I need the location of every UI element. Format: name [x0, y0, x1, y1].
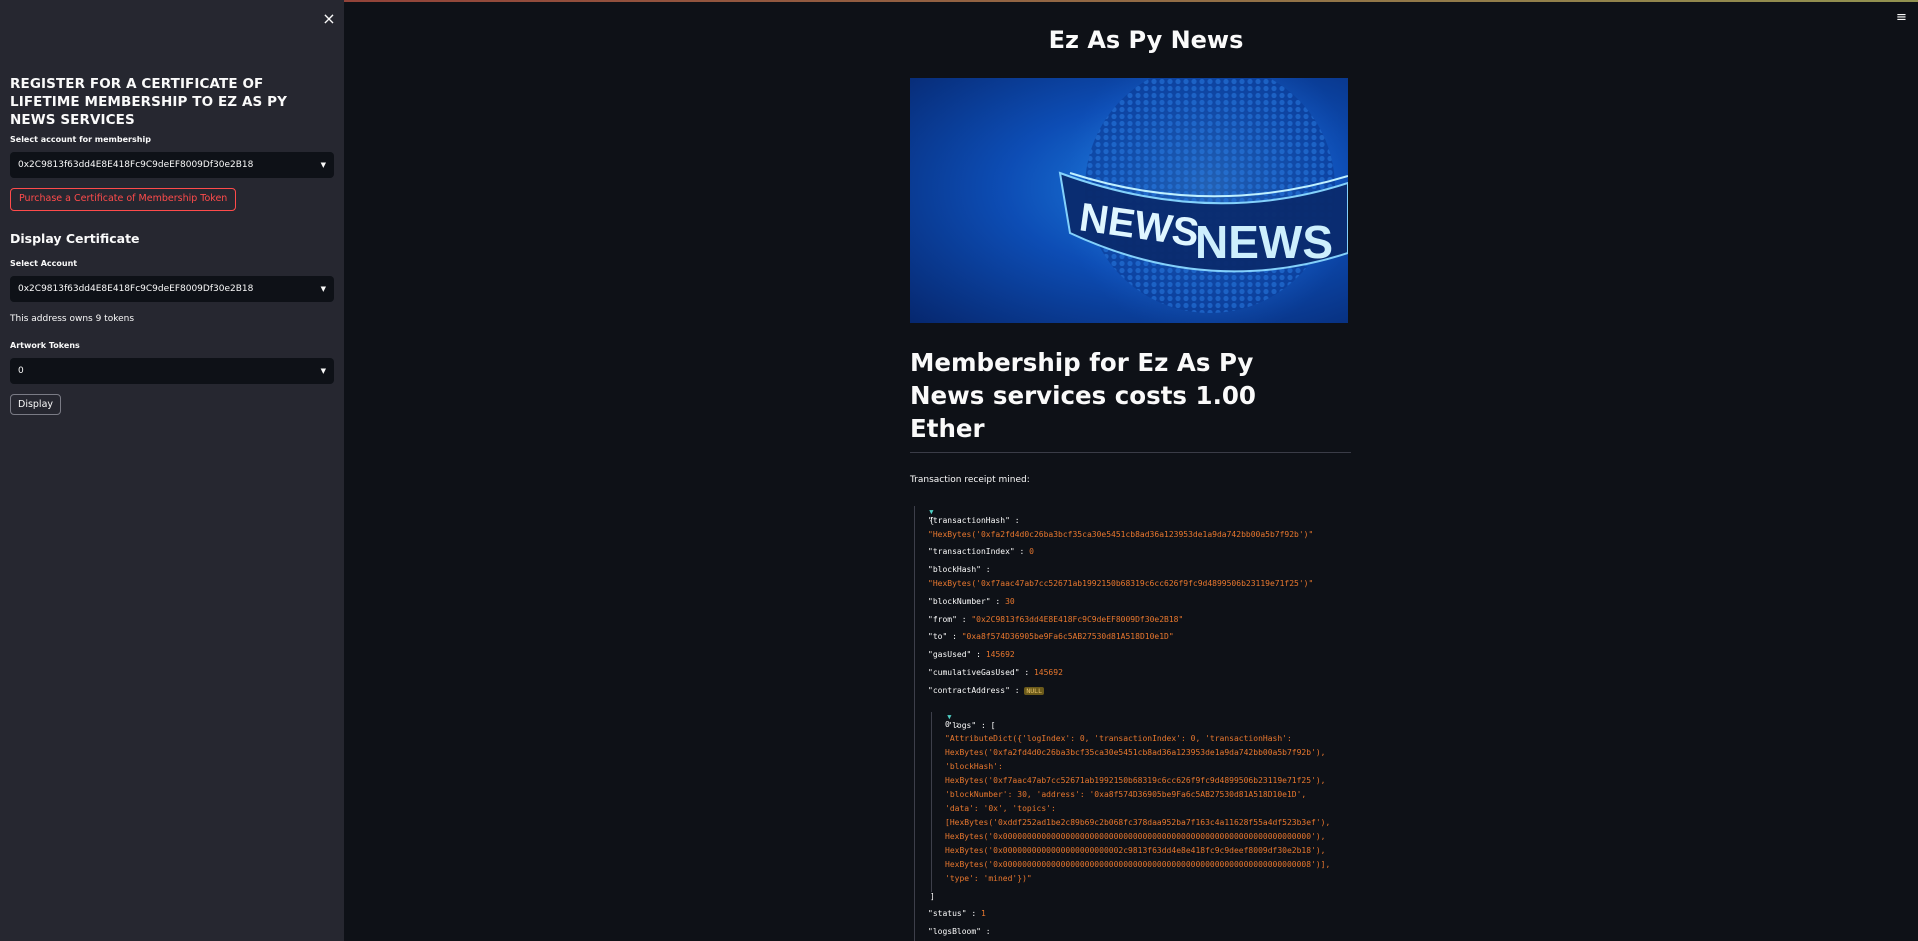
json-key: "logsBloom" : — [928, 927, 991, 936]
json-key: 0 : — [945, 720, 960, 729]
json-key: "gasUsed" : — [928, 650, 981, 659]
membership-headline: Membership for Ez As Py News services co… — [910, 348, 1256, 443]
artwork-tokens-label: Artwork Tokens — [10, 341, 80, 350]
chevron-down-icon: ▼ — [320, 285, 326, 293]
json-value-line: [HexBytes('0xddf252ad1be2c89b69c2b068fc3… — [945, 818, 1331, 827]
select-account-label: Select account for membership — [10, 135, 151, 144]
json-key: "transactionHash" : — [928, 516, 1020, 525]
json-key: "blockNumber" : — [928, 597, 1001, 606]
hero-word-2: NEWS — [1195, 216, 1333, 268]
json-value: 0 — [1029, 547, 1034, 556]
select-account2-label: Select Account — [10, 259, 78, 268]
json-key: "cumulativeGasUsed" : — [928, 668, 1030, 677]
artwork-tokens-dropdown[interactable]: 0 ▼ — [10, 358, 334, 384]
json-value-line: HexBytes('0xf7aac47ab7cc52671ab1992150b6… — [945, 776, 1326, 785]
collapse-toggle-icon[interactable]: ▼ — [929, 508, 933, 516]
json-value: 1 — [981, 909, 986, 918]
sidebar-title: REGISTER FOR A CERTIFICATE OF LIFETIME M… — [10, 76, 288, 128]
json-value: "0xa8f574D36905be9Fa6c5AB27530d81A518D10… — [961, 632, 1174, 641]
receipt-label: Transaction receipt mined: — [910, 475, 1030, 485]
divider — [910, 452, 1351, 453]
select-account-dropdown[interactable]: 0x2C9813f63dd4E8E418Fc9C9deEF8009Df30e2B… — [10, 152, 334, 178]
json-value-line: 'type': 'mined'})" — [945, 874, 1032, 883]
json-key: "blockHash" : — [928, 565, 991, 574]
display-button[interactable]: Display — [10, 394, 62, 415]
json-value: "HexBytes('0xf7aac47ab7cc52671ab1992150b… — [928, 579, 1314, 588]
json-value: 145692 — [1033, 668, 1063, 677]
json-value-line: HexBytes('0x0000000000000000000000002c98… — [945, 846, 1326, 855]
json-key: "to" : — [928, 632, 957, 641]
json-indent-guide — [931, 712, 932, 892]
close-icon[interactable]: × — [320, 10, 338, 28]
json-value-line: HexBytes('0xfa2fd4d0c26ba3bcf35ca30e5451… — [945, 748, 1326, 757]
sidebar: × REGISTER FOR A CERTIFICATE OF LIFETIME… — [0, 0, 344, 941]
news-globe-image: NEWS NEWS — [910, 78, 1348, 323]
json-value-line: 'blockNumber': 30, 'address': '0xa8f574D… — [945, 790, 1307, 799]
json-value-line: "AttributeDict({'logIndex': 0, 'transact… — [945, 734, 1292, 743]
purchase-button[interactable]: Purchase a Certificate of Membership Tok… — [10, 188, 237, 211]
json-value: 30 — [1005, 597, 1015, 606]
json-value-line: HexBytes('0x0000000000000000000000000000… — [945, 860, 1331, 869]
json-key: "status" : — [928, 909, 977, 918]
select-account2-value: 0x2C9813f63dd4E8E418Fc9C9deEF8009Df30e2B… — [18, 284, 254, 294]
select-account-value: 0x2C9813f63dd4E8E418Fc9C9deEF8009Df30e2B… — [18, 160, 254, 170]
json-key: "from" : — [928, 615, 967, 624]
globe-graphic: NEWS NEWS — [1058, 78, 1348, 323]
json-value: "HexBytes('0xfa2fd4d0c26ba3bcf35ca30e545… — [928, 530, 1314, 539]
chevron-down-icon: ▼ — [320, 161, 326, 169]
json-value-line: 'blockHash': — [945, 762, 1003, 771]
json-value-line: 'data': '0x', 'topics': — [945, 804, 1056, 813]
select-account2-dropdown[interactable]: 0x2C9813f63dd4E8E418Fc9C9deEF8009Df30e2B… — [10, 276, 334, 302]
json-value: 145692 — [985, 650, 1015, 659]
json-value: "0x2C9813f63dd4E8E418Fc9C9deEF8009Df30e2… — [971, 615, 1184, 624]
json-value-line: HexBytes('0x0000000000000000000000000000… — [945, 832, 1326, 841]
null-badge: NULL — [1024, 687, 1044, 695]
owned-tokens-text: This address owns 9 tokens — [10, 314, 135, 324]
json-key: "contractAddress" : — [928, 686, 1020, 695]
json-close-bracket: ] — [930, 892, 935, 901]
artwork-tokens-value: 0 — [18, 366, 24, 376]
json-indent-guide — [914, 506, 915, 941]
display-certificate-heading: Display Certificate — [10, 231, 140, 246]
json-key: "transactionIndex" : — [928, 547, 1025, 556]
hamburger-menu-icon[interactable]: ≡ — [1896, 10, 1907, 25]
page-title: Ez As Py News — [1048, 26, 1244, 54]
chevron-down-icon: ▼ — [320, 367, 326, 375]
